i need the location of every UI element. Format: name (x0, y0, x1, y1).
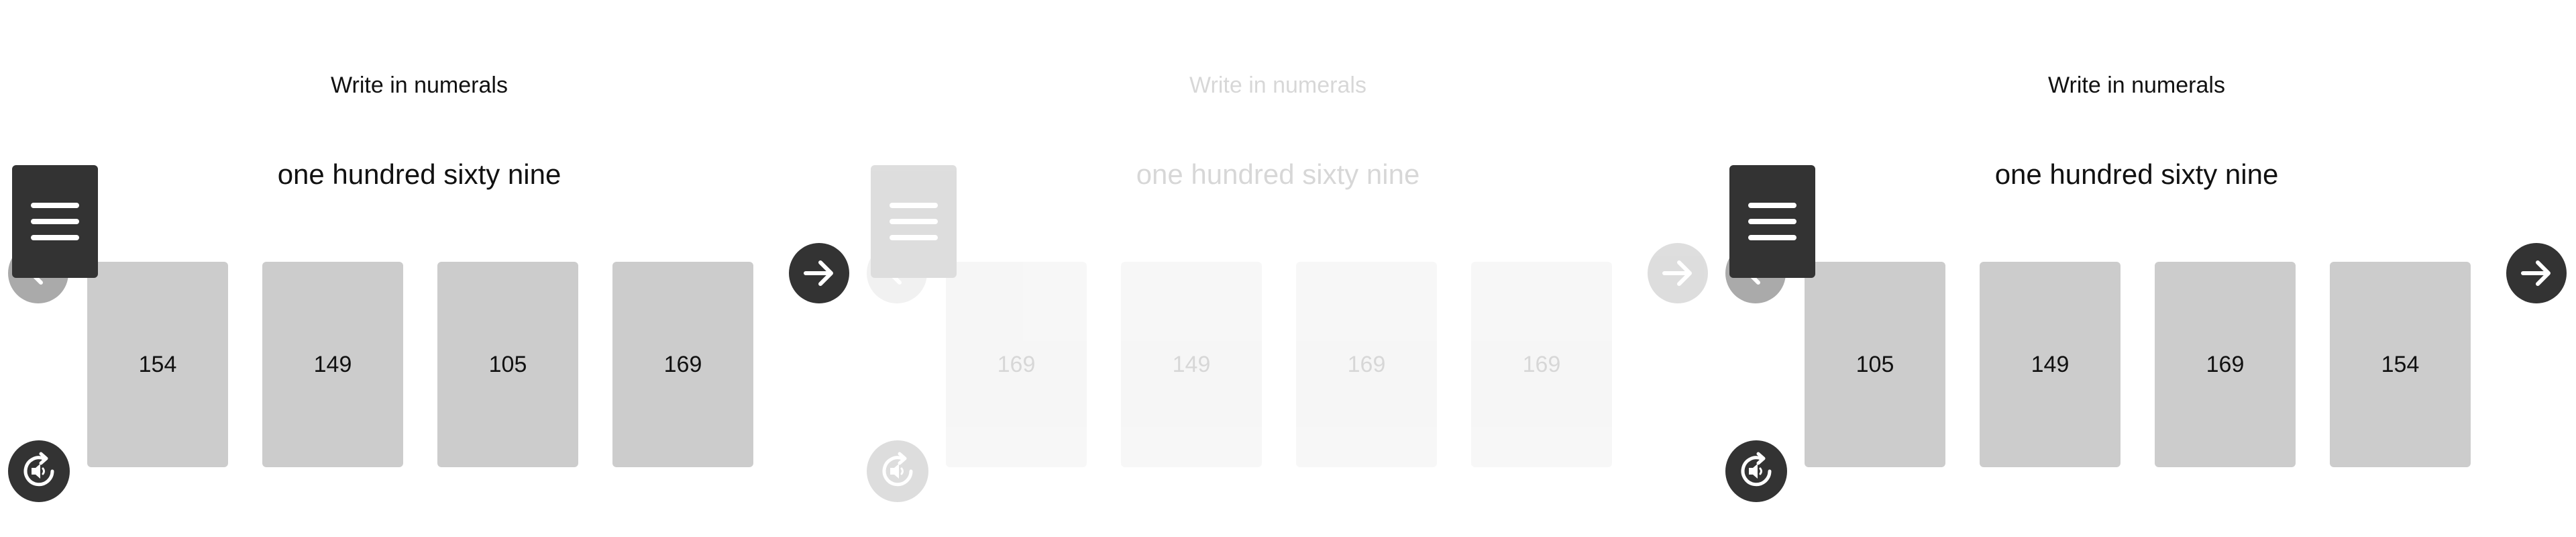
answer-card[interactable]: 154 (2330, 262, 2471, 467)
answer-card-label: 149 (1172, 351, 1211, 377)
screen-strip: Write in numerals one hundred sixty nine… (0, 0, 2576, 537)
answer-card[interactable]: 169 (946, 262, 1087, 467)
hamburger-menu-icon (890, 219, 938, 224)
hamburger-menu-icon (1748, 203, 1796, 208)
answer-card-label: 169 (2206, 351, 2245, 377)
replay-audio-icon (1741, 452, 1772, 487)
replay-audio-icon (882, 452, 913, 487)
answer-card[interactable]: 169 (2155, 262, 2296, 467)
answer-card-label: 149 (313, 351, 352, 377)
answer-card[interactable]: 169 (1296, 262, 1437, 467)
hamburger-menu-icon (31, 203, 79, 208)
hamburger-menu-icon (1748, 235, 1796, 240)
next-button[interactable] (789, 243, 849, 303)
menu-button[interactable] (12, 165, 98, 278)
answer-card-label: 169 (1347, 351, 1386, 377)
answer-card-label: 169 (663, 351, 702, 377)
answer-card-label: 169 (997, 351, 1036, 377)
hamburger-menu-icon (1748, 219, 1796, 224)
answer-card-label: 154 (138, 351, 177, 377)
replay-audio-button[interactable] (8, 440, 70, 502)
answer-card-label: 149 (2031, 351, 2070, 377)
next-button[interactable] (1648, 243, 1708, 303)
instruction-text: Write in numerals (2048, 72, 2225, 98)
answer-card[interactable]: 149 (262, 262, 403, 467)
answer-card[interactable]: 169 (612, 262, 753, 467)
answer-card-label: 105 (488, 351, 527, 377)
question-text: one hundred sixty nine (1136, 158, 1420, 190)
answer-card-label: 154 (2381, 351, 2420, 377)
hamburger-menu-icon (890, 203, 938, 208)
question-text: one hundred sixty nine (277, 158, 561, 190)
quiz-panel-2: Write in numerals one hundred sixty nine… (859, 0, 1717, 537)
question-text: one hundred sixty nine (1994, 158, 2279, 190)
menu-button[interactable] (1729, 165, 1815, 278)
replay-audio-button[interactable] (1725, 440, 1787, 502)
answer-card-label: 105 (1856, 351, 1894, 377)
instruction-text: Write in numerals (1189, 72, 1366, 98)
answer-card[interactable]: 105 (1805, 262, 1945, 467)
hamburger-menu-icon (31, 219, 79, 224)
arrow-right-icon (804, 260, 833, 286)
next-button[interactable] (2506, 243, 2567, 303)
answer-card[interactable]: 149 (1121, 262, 1262, 467)
answer-card[interactable]: 149 (1980, 262, 2121, 467)
arrow-right-icon (1662, 260, 1692, 286)
answer-card[interactable]: 105 (437, 262, 578, 467)
answer-card[interactable]: 154 (87, 262, 228, 467)
hamburger-menu-icon (31, 235, 79, 240)
answer-card[interactable]: 169 (1471, 262, 1612, 467)
quiz-panel-1: Write in numerals one hundred sixty nine… (0, 0, 859, 537)
quiz-panel-3: Write in numerals one hundred sixty nine… (1717, 0, 2576, 537)
instruction-text: Write in numerals (331, 72, 508, 98)
arrow-right-icon (2521, 260, 2551, 286)
hamburger-menu-icon (890, 235, 938, 240)
replay-audio-button[interactable] (867, 440, 928, 502)
replay-audio-icon (23, 452, 54, 487)
answer-card-label: 169 (1522, 351, 1561, 377)
menu-button[interactable] (871, 165, 957, 278)
